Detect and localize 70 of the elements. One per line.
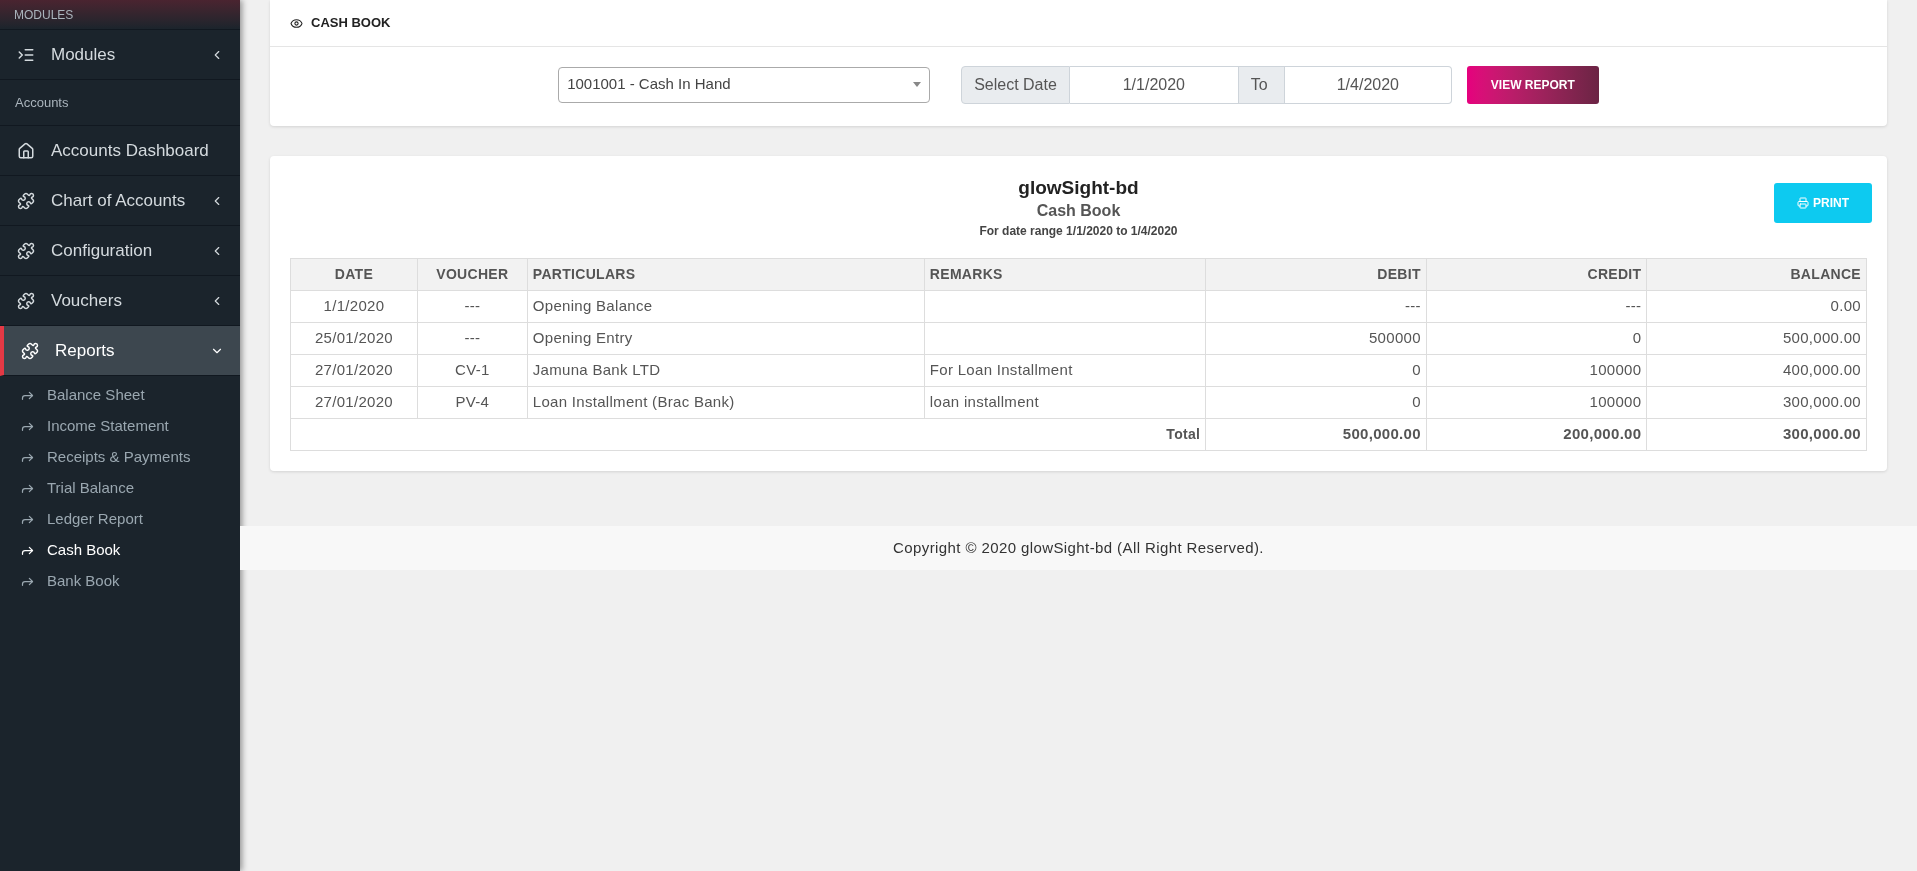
sidebar-subitem[interactable]: Bank Book [0, 566, 240, 597]
column-header: REMARKS [924, 258, 1206, 291]
report-title: Cash Book [1036, 201, 1121, 221]
column-header: DEBIT [1205, 258, 1427, 291]
column-header: VOUCHER [417, 258, 528, 291]
table-cell: --- [1205, 290, 1427, 323]
total-label: Total [290, 418, 1206, 451]
table-cell: CV-1 [417, 354, 528, 387]
sidebar-subitem[interactable]: Cash Book [0, 535, 240, 566]
sidebar-subitem[interactable]: Receipts & Payments [0, 442, 240, 473]
company-name: glowSight-bd [1018, 176, 1139, 200]
table-cell: 400,000.00 [1646, 354, 1867, 387]
sidebar-subitem[interactable]: Balance Sheet [0, 380, 240, 411]
table-cell: Opening Entry [527, 322, 925, 355]
table-cell: 0 [1205, 386, 1427, 419]
sidebar-top-label: MODULES [14, 6, 74, 24]
to-date-field[interactable]: 1/4/2020 [1284, 65, 1452, 104]
column-header: BALANCE [1646, 258, 1867, 291]
table-cell: 27/01/2020 [290, 386, 418, 419]
table-cell: 0 [1205, 354, 1427, 387]
puzzle-icon [17, 291, 35, 310]
table-cell: --- [1426, 290, 1647, 323]
view-report-button[interactable]: VIEW REPORT [1466, 65, 1599, 104]
sidebar-item[interactable]: Accounts Dashboard [0, 126, 240, 176]
total-cell: 500,000.00 [1205, 418, 1427, 451]
sidebar-item[interactable]: Reports [0, 326, 240, 376]
puzzle-icon [21, 341, 39, 360]
home-icon [17, 141, 35, 160]
table-cell: 0.00 [1646, 290, 1867, 323]
table-cell: 1/1/2020 [290, 290, 418, 323]
to-label: To [1237, 65, 1285, 104]
table-cell: For Loan Installment [924, 354, 1206, 387]
sidebar-subitem[interactable]: Ledger Report [0, 504, 240, 535]
dropdown-caret-icon [913, 82, 922, 87]
puzzle-icon [17, 191, 35, 210]
total-cell: 300,000.00 [1646, 418, 1867, 451]
eye-icon [290, 16, 303, 30]
printer-icon [1797, 197, 1809, 209]
table-cell: 300,000.00 [1646, 386, 1867, 419]
table-cell: --- [417, 290, 528, 323]
table-cell: Loan Installment (Brac Bank) [527, 386, 925, 419]
table-cell: 500000 [1205, 322, 1427, 355]
sidebar-subitem[interactable]: Trial Balance [0, 473, 240, 504]
puzzle-icon [17, 241, 35, 260]
column-header: PARTICULARS [527, 258, 925, 291]
table-cell: Opening Balance [527, 290, 925, 323]
sidebar-item[interactable]: Configuration [0, 226, 240, 276]
date-range-text: For date range 1/1/2020 to 1/4/2020 [979, 223, 1178, 240]
table-cell: 100000 [1426, 386, 1647, 419]
total-cell: 200,000.00 [1426, 418, 1647, 451]
table-cell: 100000 [1426, 354, 1647, 387]
sidebar-section-label: Accounts [15, 93, 69, 112]
table-cell: Jamuna Bank LTD [527, 354, 925, 387]
table-cell: PV-4 [417, 386, 528, 419]
table-cell: 500,000.00 [1646, 322, 1867, 355]
table-cell: 0 [1426, 322, 1647, 355]
sidebar-subitem[interactable]: Income Statement [0, 411, 240, 442]
card-title: CASH BOOK [311, 14, 391, 33]
copyright-text: Copyright © 2020 glowSight-bd (All Right Reserved). [893, 537, 1264, 558]
sidebar-item[interactable]: Modules [0, 30, 240, 80]
from-date-field[interactable]: 1/1/2020 [1069, 65, 1238, 104]
sidebar-item[interactable]: Chart of Accounts [0, 176, 240, 226]
table-cell: 27/01/2020 [290, 354, 418, 387]
select-date-label: Select Date [961, 65, 1070, 104]
column-header: DATE [290, 258, 418, 291]
column-header: CREDIT [1426, 258, 1647, 291]
account-select[interactable]: 1001001 - Cash In Hand [558, 66, 931, 103]
table-cell: 25/01/2020 [290, 322, 418, 355]
table-cell: loan installment [924, 386, 1206, 419]
table-cell: --- [417, 322, 528, 355]
